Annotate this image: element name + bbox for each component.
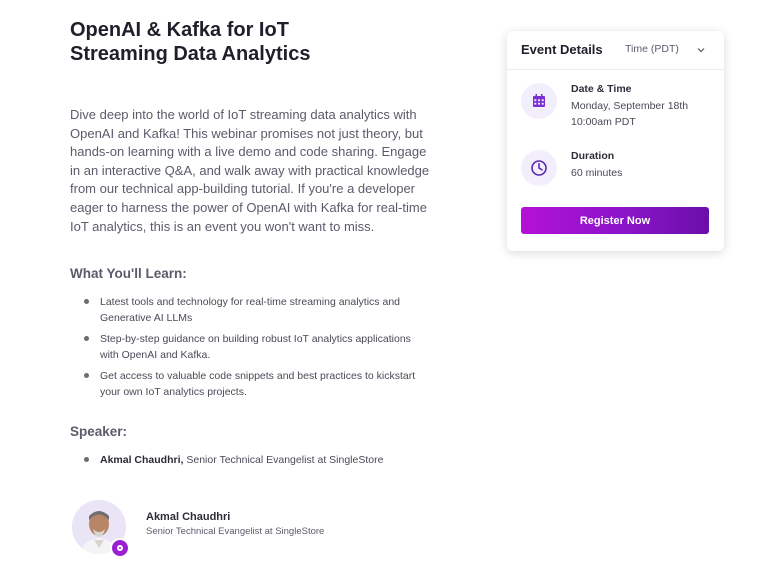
- time-value: 10:00am PDT: [571, 116, 636, 128]
- duration-value: 60 minutes: [571, 167, 623, 179]
- speaker-card-name: Akmal Chaudhri: [146, 511, 231, 523]
- event-title: OpenAI & Kafka for IoT Streaming Data An…: [70, 18, 400, 66]
- learn-item: Step-by-step guidance on building robust…: [84, 331, 424, 363]
- event-details-title: Event Details: [521, 42, 603, 57]
- event-title-line2: Streaming Data Analytics: [70, 43, 311, 65]
- timezone-select[interactable]: Time (PDT): [625, 43, 679, 55]
- speaker-list-item: Akmal Chaudhri, Senior Technical Evangel…: [84, 452, 424, 468]
- event-description: Dive deep into the world of IoT streamin…: [70, 107, 430, 234]
- speaker-role-inline: Senior Technical Evangelist at SingleSto…: [186, 454, 384, 466]
- learn-list: Latest tools and technology for real-tim…: [84, 294, 424, 405]
- event-details-card: Event Details Time (PDT) Date & Time Mon…: [507, 31, 724, 251]
- event-details-header: Event Details Time (PDT): [507, 31, 724, 70]
- speaker-card-role: Senior Technical Evangelist at SingleSto…: [146, 526, 325, 537]
- duration-label: Duration: [571, 150, 615, 162]
- speaker-heading: Speaker:: [70, 424, 128, 439]
- register-button[interactable]: Register Now: [521, 207, 709, 234]
- learn-heading: What You'll Learn:: [70, 266, 187, 281]
- date-time-value: Monday, September 18th 10:00am PDT: [571, 98, 721, 130]
- event-title-line1: OpenAI & Kafka for IoT: [70, 19, 289, 41]
- date-time-label: Date & Time: [571, 83, 632, 95]
- date-value: Monday, September 18th: [571, 100, 689, 112]
- singlestore-badge-icon: [110, 538, 130, 558]
- speaker-list: Akmal Chaudhri, Senior Technical Evangel…: [84, 452, 424, 468]
- duration-row: Duration 60 minutes: [521, 150, 711, 190]
- calendar-icon: [521, 83, 557, 119]
- learn-item: Latest tools and technology for real-tim…: [84, 294, 424, 326]
- speaker-name-inline: Akmal Chaudhri,: [100, 454, 184, 466]
- learn-item: Get access to valuable code snippets and…: [84, 368, 424, 400]
- clock-icon: [521, 150, 557, 186]
- date-time-row: Date & Time Monday, September 18th 10:00…: [521, 83, 711, 128]
- chevron-down-icon[interactable]: [696, 45, 706, 55]
